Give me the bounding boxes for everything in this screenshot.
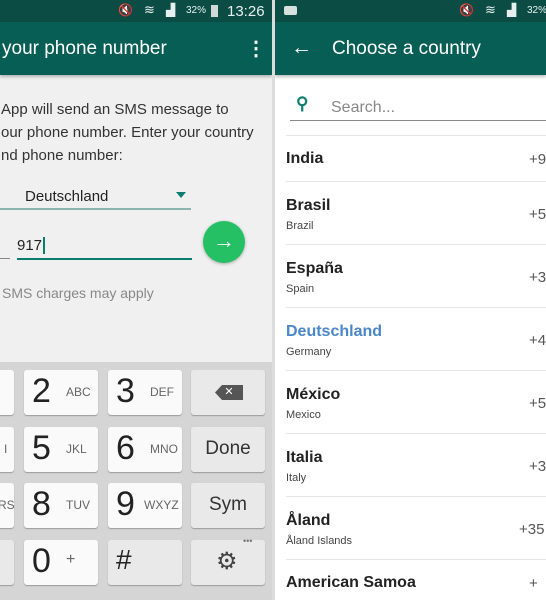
search-placeholder: Search...: [331, 99, 396, 116]
country-name: Deutschland: [286, 323, 383, 340]
signal-icon: ▟: [507, 3, 517, 17]
country-row[interactable]: Brasil Brazil +5: [286, 181, 546, 244]
key-star[interactable]: [0, 540, 14, 585]
choose-country-screen: 🔇 ≋ ▟ 32% ← Choose a country ⚲ Search...…: [275, 0, 546, 600]
key-0[interactable]: 0 +: [24, 540, 98, 585]
key-1[interactable]: [0, 370, 14, 415]
country-value: Deutschland: [25, 188, 109, 205]
more-options-icon[interactable]: ⋮: [246, 36, 266, 61]
notification-icon: [284, 6, 297, 15]
next-button[interactable]: →: [203, 221, 245, 263]
signal-icon: ▟: [166, 3, 176, 17]
back-arrow-icon[interactable]: ←: [291, 36, 312, 60]
toolbar: your phone number ⋮: [0, 22, 272, 75]
country-row[interactable]: American Samoa +: [286, 559, 546, 600]
country-english-name: Spain: [286, 283, 315, 295]
country-name: India: [286, 150, 324, 167]
key-9[interactable]: 9 WXYZ: [108, 483, 182, 528]
country-code: +5: [529, 206, 546, 223]
country-english-name: Italy: [286, 472, 307, 484]
page-title: your phone number: [2, 38, 167, 59]
country-english-name: Mexico: [286, 409, 321, 421]
dropdown-arrow-icon: [176, 192, 186, 203]
country-name: España: [286, 260, 343, 277]
country-row[interactable]: Italia Italy +3: [286, 433, 546, 496]
wifi-icon: ≋: [144, 2, 155, 17]
country-name: American Samoa: [286, 574, 416, 591]
clock: 13:26: [227, 3, 265, 20]
key-6[interactable]: 6 MNO: [108, 427, 182, 472]
country-english-name: Germany: [286, 346, 332, 358]
search-icon: ⚲: [296, 94, 309, 113]
battery-percent: 32%: [527, 5, 546, 16]
phone-number-input[interactable]: 917: [17, 232, 192, 260]
country-code: +3: [529, 269, 546, 286]
backspace-key[interactable]: ✕: [191, 370, 265, 415]
numeric-keyboard: I RS 2 ABC 3 DEF ✕ 5 JKL 6 MNO Done 8 TUV 9 WX…: [0, 362, 272, 600]
battery-percent: 32%: [186, 5, 207, 16]
mute-icon: 🔇: [118, 3, 133, 17]
country-name: México: [286, 386, 341, 403]
key-hash[interactable]: #: [108, 540, 182, 585]
country-code: +3: [529, 458, 546, 475]
country-select[interactable]: Deutschland: [0, 184, 191, 210]
country-code: +5: [529, 395, 546, 412]
backspace-icon: ✕: [215, 385, 243, 400]
wifi-icon: ≋: [485, 2, 496, 17]
key-5[interactable]: 5 JKL: [24, 427, 98, 472]
description: App will send an SMS message to our phon…: [1, 101, 254, 164]
country-code: +35: [519, 521, 545, 538]
country-name: Brasil: [286, 197, 331, 214]
search-input[interactable]: ⚲ Search...: [290, 92, 546, 121]
country-code-field[interactable]: [0, 258, 10, 259]
register-phone-screen: 🔇 ≋ ▟ 32% 13:26 your phone number ⋮ App …: [0, 0, 272, 600]
country-name: Åland: [286, 512, 331, 529]
done-key[interactable]: Done: [191, 427, 265, 472]
key-2[interactable]: 2 ABC: [24, 370, 98, 415]
battery-icon: [211, 5, 218, 17]
key-7[interactable]: RS: [0, 483, 15, 528]
charges-note: SMS charges may apply: [2, 285, 154, 301]
settings-key[interactable]: ⚙ •••: [191, 536, 265, 585]
page-title: Choose a country: [332, 38, 481, 59]
key-4[interactable]: I: [0, 427, 14, 472]
status-bar: 🔇 ≋ ▟ 32%: [275, 0, 546, 22]
mute-icon: 🔇: [459, 3, 474, 17]
phone-value: 917: [17, 237, 46, 254]
country-row[interactable]: Åland Åland Islands +35: [286, 496, 546, 559]
country-english-name: Brazil: [286, 220, 314, 232]
key-3[interactable]: 3 DEF: [108, 370, 182, 415]
sym-key[interactable]: Sym: [191, 483, 265, 528]
country-row[interactable]: España Spain +3: [286, 244, 546, 307]
status-bar: 🔇 ≋ ▟ 32% 13:26: [0, 0, 272, 22]
country-row[interactable]: Deutschland Germany +4: [286, 307, 546, 370]
country-code: +: [529, 575, 538, 592]
country-english-name: Åland Islands: [286, 535, 353, 547]
country-code: +9: [529, 151, 546, 168]
key-8[interactable]: 8 TUV: [24, 483, 98, 528]
country-code: +4: [529, 332, 546, 349]
toolbar: ← Choose a country: [275, 22, 546, 75]
country-name: Italia: [286, 449, 323, 466]
arrow-right-icon: →: [213, 228, 235, 253]
gear-icon: ⚙: [216, 548, 238, 575]
country-row[interactable]: México Mexico +5: [286, 370, 546, 433]
country-row[interactable]: India +9: [286, 135, 546, 181]
